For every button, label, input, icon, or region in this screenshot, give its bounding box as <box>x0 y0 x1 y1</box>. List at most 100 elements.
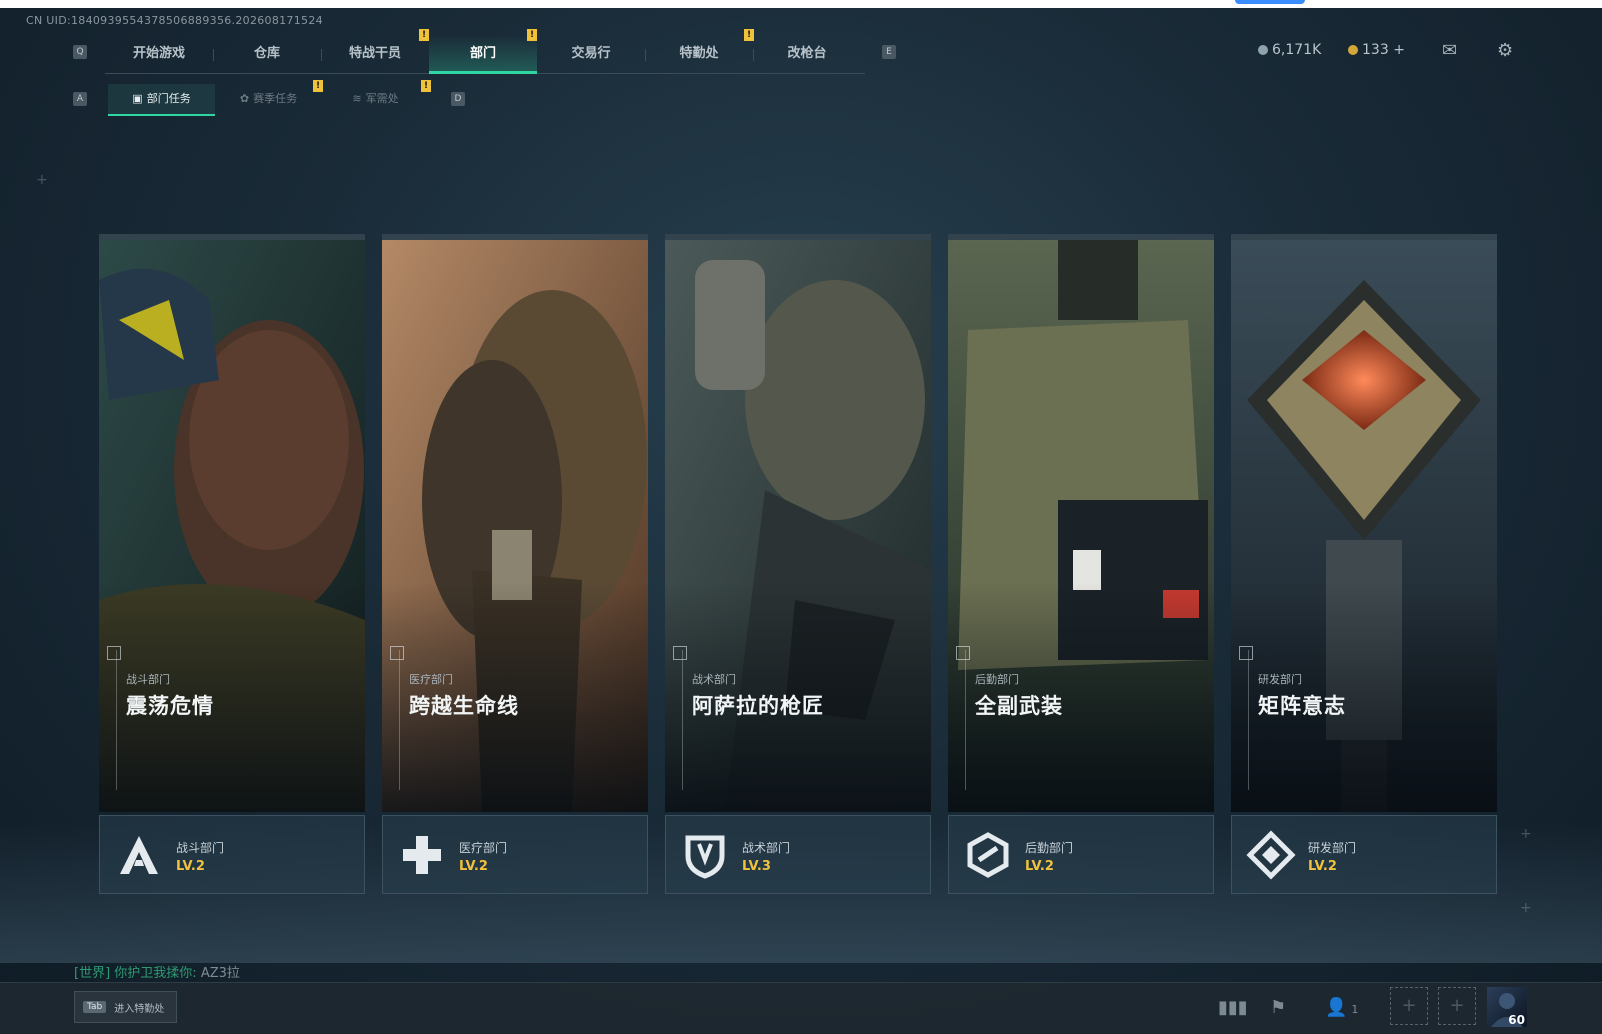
avatar[interactable]: 60 <box>1487 987 1527 1027</box>
expand-icon <box>673 646 687 660</box>
dept-info-logistics[interactable]: 后勤部门 LV.2 <box>948 815 1214 894</box>
party-count: 1 <box>1351 1003 1359 1016</box>
dept-info-combat[interactable]: 战斗部门 LV.2 <box>99 815 365 894</box>
expand-icon <box>956 646 970 660</box>
card-mission-title: 全副武装 <box>975 694 1063 718</box>
season-icon: ✿ <box>239 92 250 105</box>
world-chat-line[interactable]: [世界] 你护卫我揉你: AZ3拉 <box>74 962 240 981</box>
tab-gunsmith[interactable]: 改枪台 <box>753 35 861 73</box>
tab-trade[interactable]: 交易行 <box>537 35 645 73</box>
dept-info-medical[interactable]: 医疗部门 LV.2 <box>382 815 648 894</box>
alert-icon: ! <box>313 80 323 92</box>
subnav-next-key[interactable]: D <box>451 92 465 106</box>
diamond-icon <box>1246 830 1296 880</box>
dept-level: LV.2 <box>459 859 488 874</box>
dept-info-tactical[interactable]: 战术部门 LV.3 <box>665 815 931 894</box>
card-mission-title: 跨越生命线 <box>409 694 519 718</box>
party-icon[interactable]: 👤 1 <box>1325 997 1358 1018</box>
card-guide-line <box>682 650 683 790</box>
dept-card-research[interactable]: 研发部门 矩阵意志 <box>1231 234 1497 812</box>
hex-link-icon <box>967 832 1009 878</box>
shield-icon <box>685 835 725 879</box>
a-letter-icon <box>120 836 158 874</box>
enter-special-ops-button[interactable]: Tab 进入特勤处 <box>74 991 178 1023</box>
chat-sender: 你护卫我揉你: <box>114 966 197 981</box>
gear-icon[interactable]: ⚙ <box>1497 40 1513 61</box>
stats-icon[interactable]: ▮▮▮ <box>1218 997 1248 1018</box>
alert-icon: ! <box>527 29 537 41</box>
nav-divider <box>321 49 322 61</box>
dept-card-combat[interactable]: 战斗部门 震荡危情 <box>99 234 365 812</box>
subtab-supply[interactable]: ≋ 军需处 <box>322 84 429 114</box>
gold-coin-icon <box>1348 45 1358 55</box>
dept-level: LV.3 <box>742 859 771 874</box>
coin-icon <box>1258 45 1268 55</box>
alert-icon: ! <box>419 29 429 41</box>
expand-icon <box>390 646 404 660</box>
card-dept-label: 研发部门 <box>1258 673 1302 686</box>
tab-start-game[interactable]: 开始游戏 <box>105 35 213 73</box>
supply-icon: ≋ <box>352 92 362 105</box>
alert-icon: ! <box>421 80 431 92</box>
player-level: 60 <box>1508 1013 1525 1027</box>
dept-card-medical[interactable]: 医疗部门 跨越生命线 <box>382 234 648 812</box>
card-dept-label: 战斗部门 <box>126 673 170 686</box>
tab-warehouse[interactable]: 仓库 <box>213 35 321 73</box>
nav-next-key[interactable]: E <box>882 45 896 59</box>
uid-label: CN UID:1840939554378506889356.2026081715… <box>26 14 323 27</box>
invite-slot[interactable]: + <box>1438 987 1476 1025</box>
add-currency-button[interactable]: + <box>1393 42 1405 58</box>
dept-name: 战术部门 <box>742 841 791 855</box>
window-indicator <box>1235 0 1305 4</box>
card-dept-label: 医疗部门 <box>409 673 453 686</box>
chat-message: AZ3拉 <box>200 966 240 981</box>
dept-card-tactical[interactable]: 战术部门 阿萨拉的枪匠 <box>665 234 931 812</box>
card-guide-line <box>965 650 966 790</box>
nav-divider <box>645 49 646 61</box>
decor-plus-icon: + <box>1520 826 1532 842</box>
card-mission-title: 震荡危情 <box>126 694 214 718</box>
medical-cross-icon <box>403 836 441 874</box>
card-guide-line <box>1248 650 1249 790</box>
mission-icon: ▣ <box>132 92 143 105</box>
dept-name: 医疗部门 <box>459 841 508 855</box>
tab-key: Tab <box>83 1001 107 1013</box>
card-mission-title: 阿萨拉的枪匠 <box>692 694 824 718</box>
nav-divider <box>753 49 754 61</box>
subnav-prev-key[interactable]: A <box>73 92 87 106</box>
card-guide-line <box>116 650 117 790</box>
card-guide-line <box>399 650 400 790</box>
dept-level: LV.2 <box>1025 859 1054 874</box>
card-dept-label: 战术部门 <box>692 673 736 686</box>
currency-primary[interactable]: 6,171K <box>1258 42 1321 58</box>
window-top-strip <box>0 0 1602 8</box>
mail-icon[interactable]: ✉ <box>1442 40 1457 61</box>
expand-icon <box>107 646 121 660</box>
subtab-department-missions[interactable]: ▣ 部门任务 <box>108 84 215 116</box>
sub-nav: ▣ 部门任务 ✿ 赛季任务 ≋ 军需处 <box>108 84 429 116</box>
tab-special-ops[interactable]: 特勤处 <box>645 35 753 73</box>
alert-icon: ! <box>744 29 754 41</box>
decor-plus-icon: + <box>36 172 48 188</box>
dept-card-logistics[interactable]: 后勤部门 全副武装 <box>948 234 1214 812</box>
bottom-bar <box>0 982 1602 1034</box>
tab-operators[interactable]: 特战干员 <box>321 35 429 73</box>
card-mission-title: 矩阵意志 <box>1258 694 1346 718</box>
dept-info-research[interactable]: 研发部门 LV.2 <box>1231 815 1497 894</box>
nav-prev-key[interactable]: Q <box>73 45 87 59</box>
dept-level: LV.2 <box>176 859 205 874</box>
currency-secondary[interactable]: 133 + <box>1348 42 1405 58</box>
dept-name: 战斗部门 <box>176 841 225 855</box>
card-dept-label: 后勤部门 <box>975 673 1019 686</box>
dept-name: 后勤部门 <box>1025 841 1074 855</box>
chat-channel: [世界] <box>74 966 111 981</box>
nav-divider <box>213 49 214 61</box>
expand-icon <box>1239 646 1253 660</box>
dept-level: LV.2 <box>1308 859 1337 874</box>
tab-department[interactable]: 部门 <box>429 35 537 74</box>
subtab-season-missions[interactable]: ✿ 赛季任务 <box>215 84 322 114</box>
dept-name: 研发部门 <box>1308 841 1357 855</box>
flag-icon[interactable]: ⚑ <box>1270 997 1286 1018</box>
decor-plus-icon: + <box>1520 900 1532 916</box>
invite-slot[interactable]: + <box>1390 987 1428 1025</box>
